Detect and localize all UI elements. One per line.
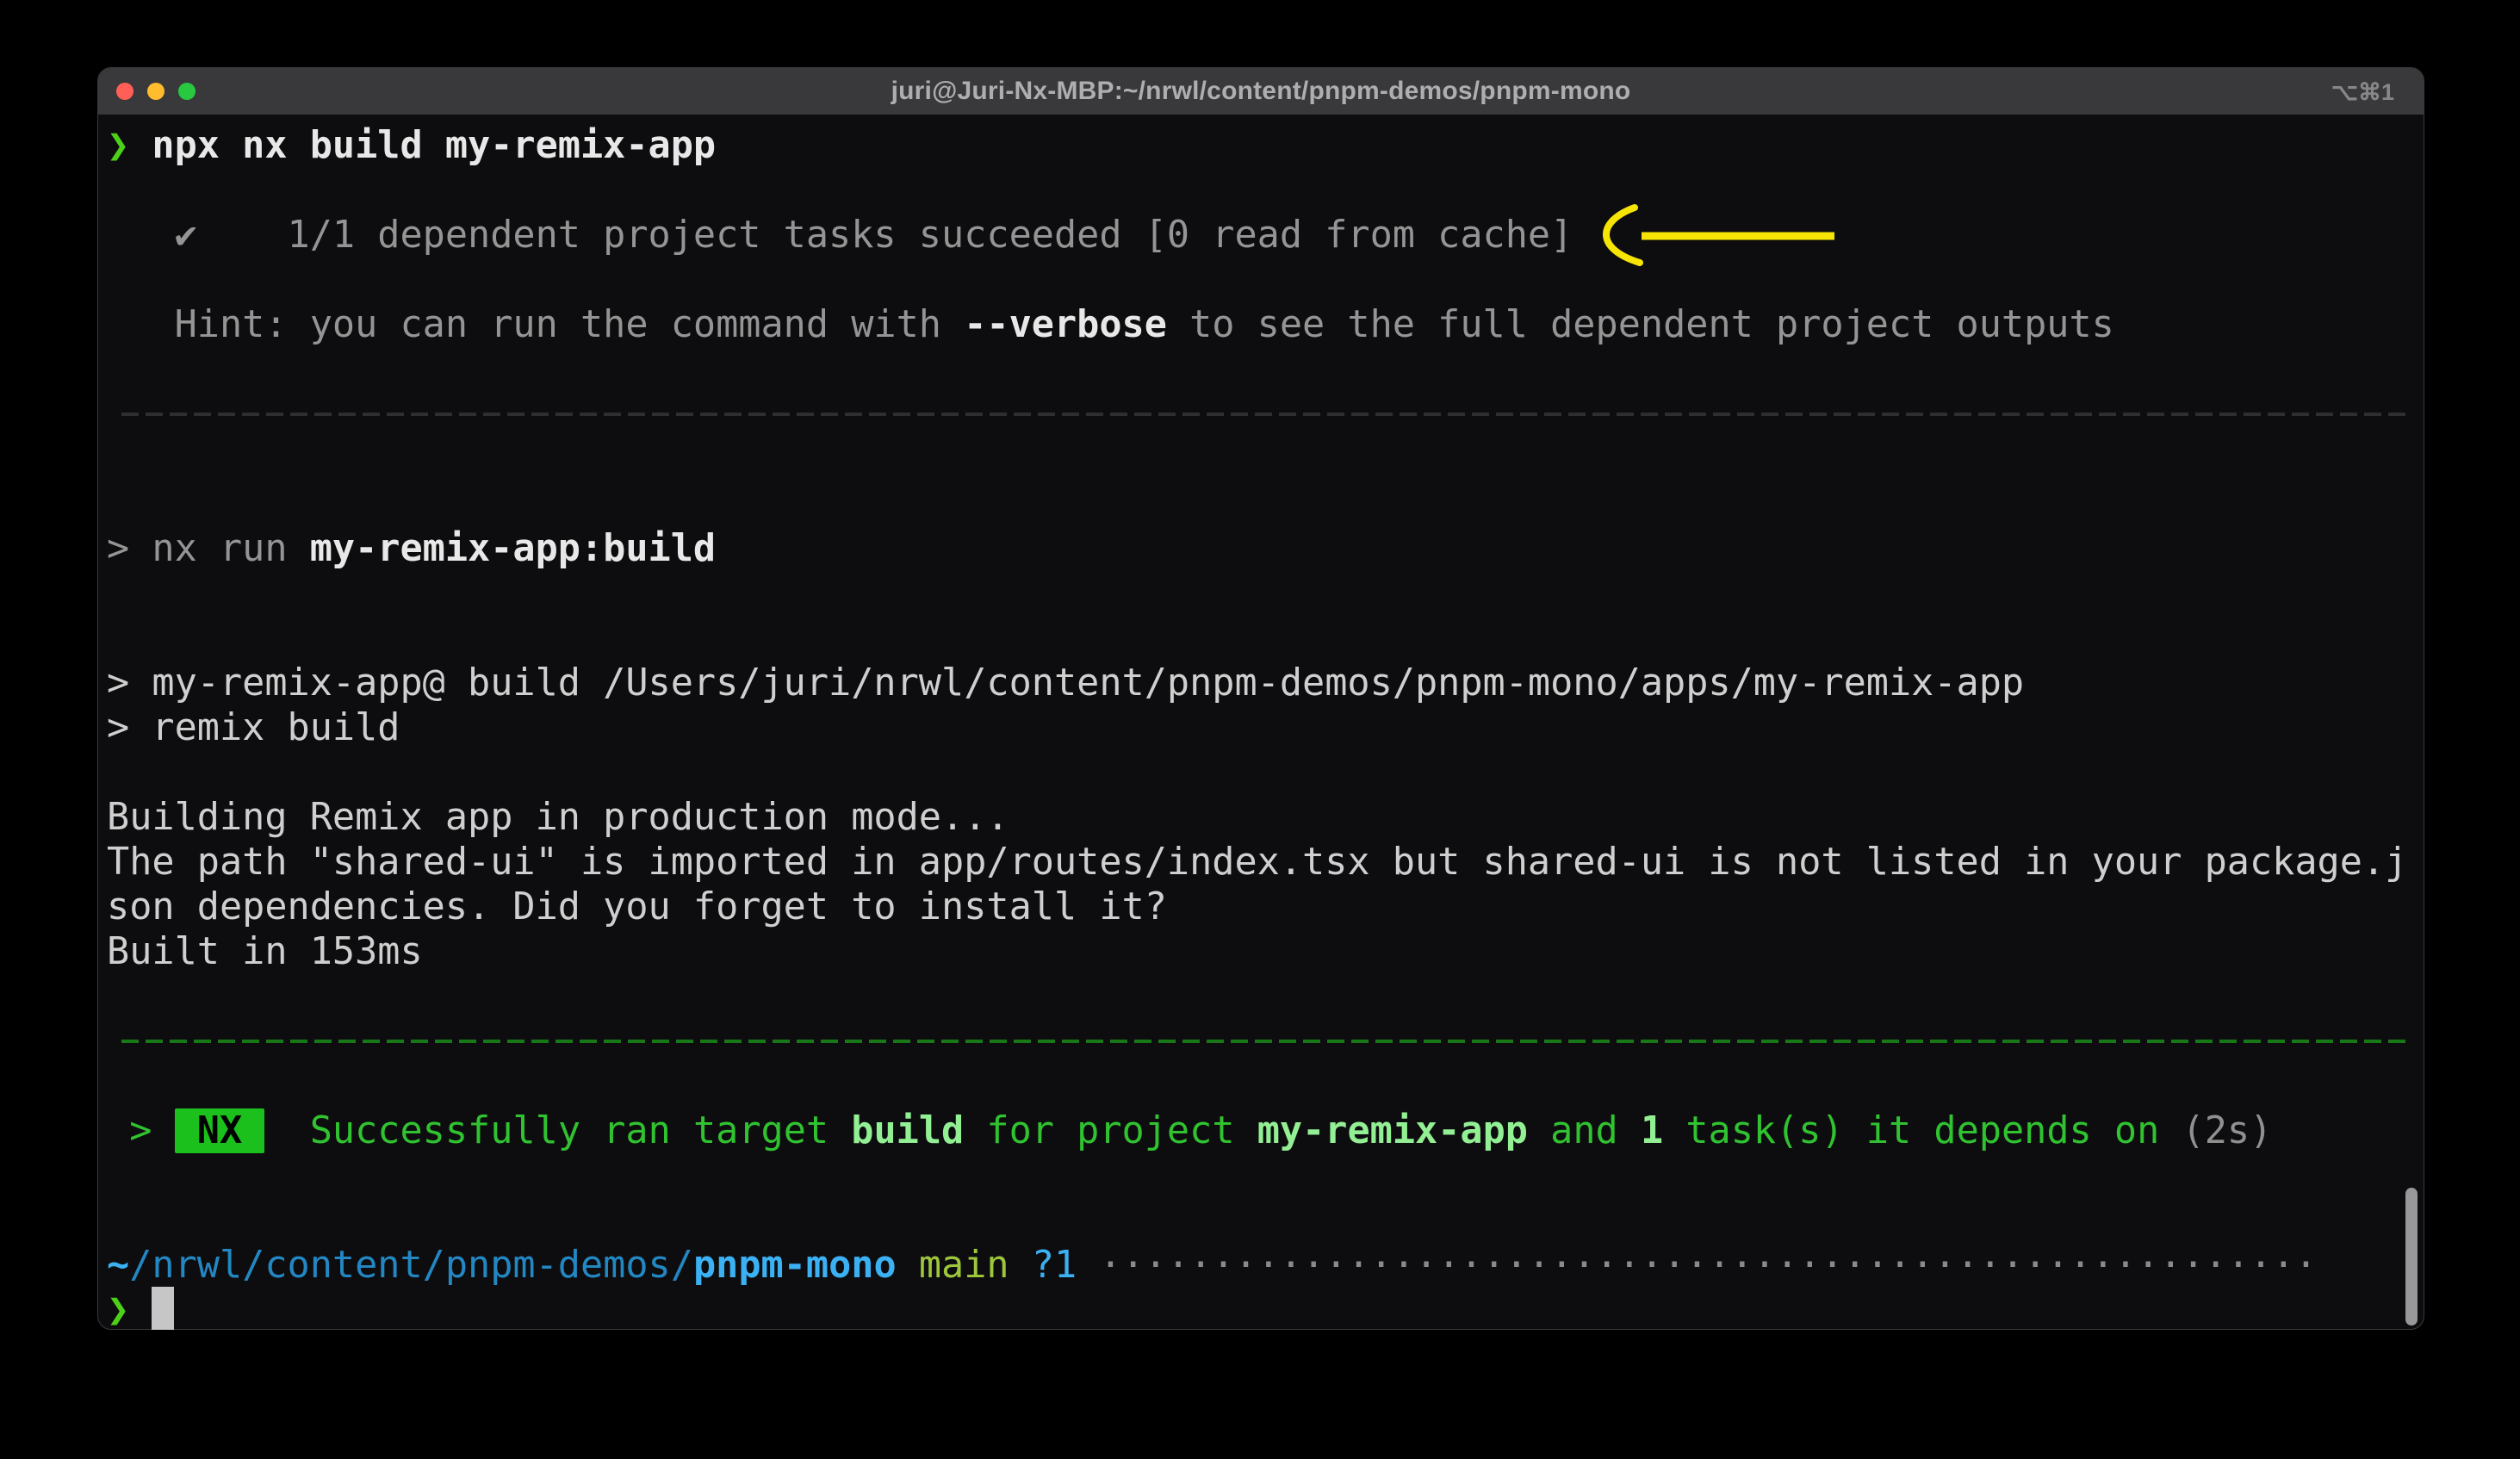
window-title: juri@Juri-Nx-MBP:~/nrwl/content/pnpm-dem… [891, 77, 1631, 106]
git-branch: main [919, 1244, 1009, 1287]
yellow-arrow-annotation [1581, 201, 1848, 278]
nx-success-line: > NX Successfully ran target build for p… [107, 1108, 2272, 1153]
scrollbar-thumb[interactable] [2405, 1188, 2418, 1326]
target-name: build [851, 1109, 964, 1152]
git-status: ?1 [1032, 1244, 1077, 1287]
build-output-line: Built in 153ms [107, 929, 423, 974]
close-button[interactable] [116, 83, 133, 100]
separator-gray [121, 413, 2412, 416]
traffic-lights [116, 83, 196, 100]
terminal-cursor [152, 1287, 174, 1330]
prompt-chevron: ❯ [107, 124, 152, 167]
typed-command: npx nx build my-remix-app [152, 124, 716, 167]
repo-name: pnpm-mono [693, 1244, 897, 1287]
separator-green [121, 1040, 2412, 1043]
remix-build-line: > remix build [107, 705, 400, 750]
nx-caret: > [107, 1109, 175, 1152]
verbose-flag: --verbose [964, 303, 1167, 346]
cwd-path: /nrwl/content/pnpm-demos/ [129, 1244, 693, 1287]
nx-badge: NX [175, 1108, 265, 1153]
prompt-path-line: ~/nrwl/content/pnpm-demos/pnpm-mono main… [107, 1243, 2318, 1288]
hint-line: Hint: you can run the command with --ver… [107, 302, 2114, 347]
duration: (2s) [2182, 1109, 2273, 1152]
window-titlebar[interactable]: juri@Juri-Nx-MBP:~/nrwl/content/pnpm-dem… [98, 68, 2424, 115]
maximize-button[interactable] [178, 83, 196, 100]
prompt-input-line[interactable]: ❯ [107, 1288, 174, 1332]
command-line: ❯ npx nx build my-remix-app [107, 123, 716, 168]
task-count: 1 [1641, 1109, 1663, 1152]
dependent-tasks-success-line: ✔ 1/1 dependent project tasks succeeded … [107, 213, 1573, 258]
build-output-line: Building Remix app in production mode... [107, 795, 1009, 840]
home-tilde: ~ [107, 1244, 129, 1287]
tab-shortcut-badge: ⌥⌘1 [2331, 79, 2394, 106]
terminal-window: juri@Juri-Nx-MBP:~/nrwl/content/pnpm-dem… [97, 67, 2424, 1330]
project-name: my-remix-app [1257, 1109, 1528, 1152]
minimize-button[interactable] [147, 83, 164, 100]
nx-run-line: > nx run my-remix-app:build [107, 526, 716, 571]
build-output-line: The path "shared-ui" is imported in app/… [107, 840, 2407, 885]
pkg-build-line: > my-remix-app@ build /Users/juri/nrwl/c… [107, 661, 2024, 705]
prompt-chevron: ❯ [107, 1288, 152, 1332]
run-target: my-remix-app:build [310, 527, 716, 570]
prompt-filler-dots: ········································… [1099, 1244, 2317, 1287]
terminal-content[interactable]: ❯ npx nx build my-remix-app ✔ 1/1 depend… [98, 115, 2424, 1329]
build-output-line: son dependencies. Did you forget to inst… [107, 885, 1167, 929]
